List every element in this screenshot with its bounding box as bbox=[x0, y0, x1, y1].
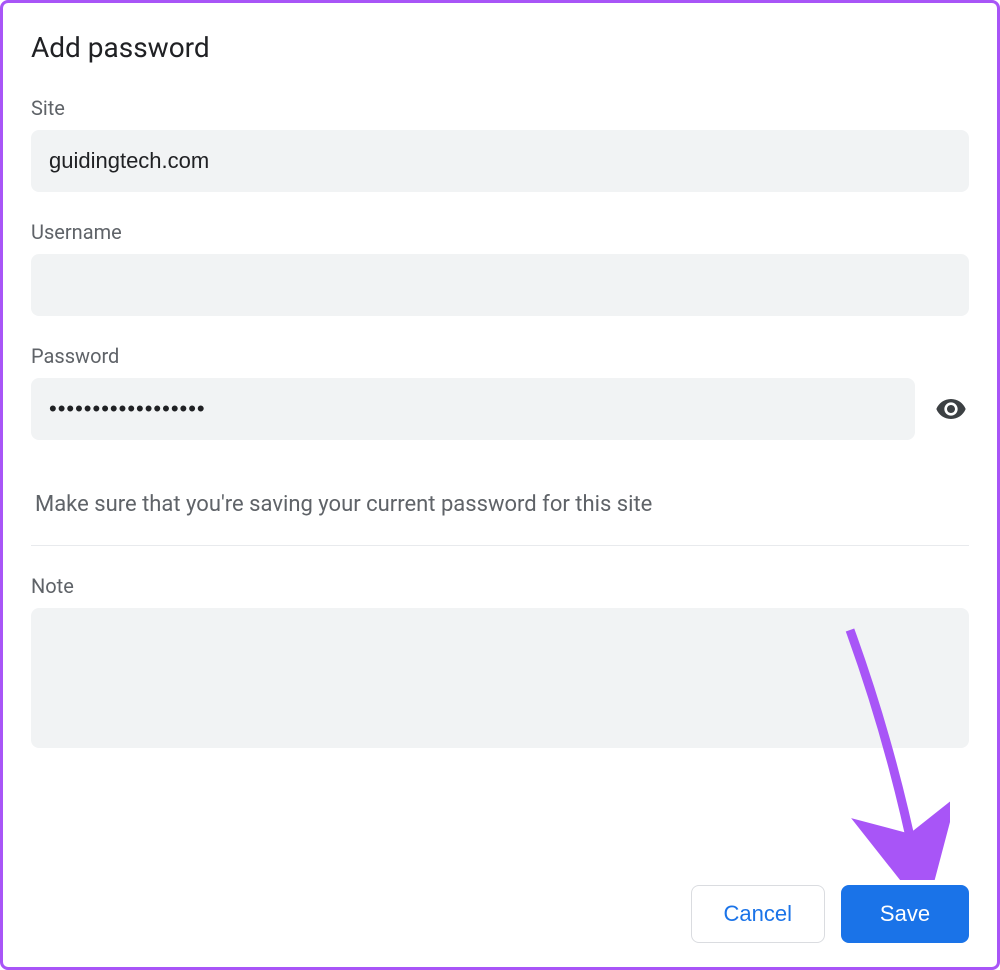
dialog-button-row: Cancel Save bbox=[31, 865, 969, 943]
username-input[interactable] bbox=[31, 254, 969, 316]
password-input[interactable] bbox=[31, 378, 915, 440]
password-label: Password bbox=[31, 344, 969, 368]
cancel-button[interactable]: Cancel bbox=[691, 885, 825, 943]
save-button[interactable]: Save bbox=[841, 885, 969, 943]
site-input[interactable] bbox=[31, 130, 969, 192]
divider bbox=[31, 545, 969, 546]
note-textarea[interactable] bbox=[31, 608, 969, 748]
note-field-group: Note bbox=[31, 574, 969, 752]
dialog-title: Add password bbox=[31, 31, 969, 64]
site-field-group: Site bbox=[31, 96, 969, 192]
password-row bbox=[31, 378, 969, 440]
note-label: Note bbox=[31, 574, 969, 598]
site-label: Site bbox=[31, 96, 969, 120]
add-password-dialog: Add password Site Username Password Make… bbox=[0, 0, 1000, 970]
password-help-text: Make sure that you're saving your curren… bbox=[31, 492, 969, 517]
username-label: Username bbox=[31, 220, 969, 244]
username-field-group: Username bbox=[31, 220, 969, 316]
password-field-group: Password bbox=[31, 344, 969, 440]
show-password-icon[interactable] bbox=[933, 391, 969, 427]
